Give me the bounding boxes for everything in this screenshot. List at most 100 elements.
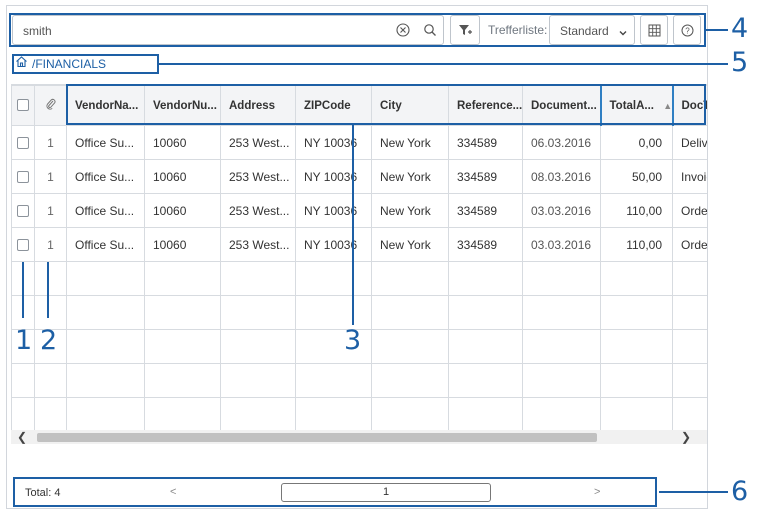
column-chooser-button[interactable] [640, 15, 668, 45]
table-cell: 253 West... [220, 227, 296, 262]
table-cell: OrderC [672, 193, 707, 228]
row-checkbox[interactable] [17, 137, 29, 150]
column-header-city[interactable]: City [371, 85, 449, 126]
column-header-zipcode[interactable]: ZIPCode [295, 85, 372, 126]
row-select-cell[interactable] [11, 227, 35, 262]
callout-1-number: 1 [15, 325, 33, 356]
sort-ascending-icon: ▲ [663, 100, 673, 111]
table-cell: Invoice [672, 159, 707, 194]
next-page-button[interactable]: > [594, 486, 600, 498]
page-number-input[interactable]: 1 [281, 483, 491, 502]
table-cell: 03.03.2016 [522, 193, 601, 228]
table-cell: Delive [672, 125, 707, 160]
table-cell: 334589 [448, 227, 523, 262]
table-cell: 10060 [144, 159, 221, 194]
column-header-document[interactable]: Document... [522, 85, 601, 126]
search-input[interactable] [23, 22, 383, 40]
empty-row [11, 261, 707, 296]
result-view-value: Standard [560, 24, 609, 38]
column-header-vendornumber[interactable]: VendorNu... [144, 85, 221, 126]
row-select-cell[interactable] [11, 159, 35, 194]
column-header-totalamount-label: TotalA... [609, 99, 655, 112]
row-checkbox[interactable] [17, 205, 29, 218]
table-cell: 03.03.2016 [522, 227, 601, 262]
table-row[interactable]: 1 Office Su... 10060 253 West... NY 1003… [11, 193, 707, 228]
scroll-left-icon[interactable]: ❮ [17, 430, 27, 444]
attachment-column-header[interactable] [34, 85, 67, 126]
table-cell: 06.03.2016 [522, 125, 601, 160]
results-grid: VendorNa... VendorNu... Address ZIPCode … [11, 84, 707, 431]
result-view-select[interactable]: Standard [549, 15, 635, 45]
callout-6-number: 6 [731, 476, 749, 507]
attachment-count: 1 [34, 227, 67, 262]
row-select-cell[interactable] [11, 193, 35, 228]
pager-footer: Total: 4 < 1 > [13, 477, 657, 507]
select-all-cell[interactable] [11, 85, 35, 126]
clear-search-icon[interactable] [396, 23, 410, 37]
help-icon: ? [681, 24, 693, 36]
callout-2-number: 2 [40, 325, 58, 356]
column-header-vendorname[interactable]: VendorNa... [66, 85, 145, 126]
table-cell: 334589 [448, 159, 523, 194]
callout-3-number: 3 [344, 325, 362, 356]
table-cell: NY 10036 [295, 159, 372, 194]
table-cell: New York [371, 227, 449, 262]
home-icon[interactable] [15, 55, 28, 73]
table-cell: NY 10036 [295, 125, 372, 160]
trefferliste-label: Trefferliste: [488, 23, 548, 37]
table-cell: New York [371, 193, 449, 228]
chevron-down-icon [618, 25, 628, 43]
scroll-right-icon[interactable]: ❯ [681, 430, 691, 444]
column-header-doctype[interactable]: DocTy [672, 85, 707, 126]
table-cell: 253 West... [220, 159, 296, 194]
table-cell: New York [371, 159, 449, 194]
table-cell: Office Su... [66, 193, 145, 228]
filter-add-icon [459, 25, 472, 35]
callout-4-line [706, 29, 728, 31]
empty-row [11, 397, 707, 431]
table-cell: New York [371, 125, 449, 160]
scrollbar-thumb[interactable] [37, 433, 597, 442]
breadcrumb-path[interactable]: /FINANCIALS [32, 57, 106, 71]
previous-page-button[interactable]: < [170, 486, 176, 498]
filter-button[interactable] [450, 15, 480, 45]
table-cell: NY 10036 [295, 193, 372, 228]
column-header-reference[interactable]: Reference... [448, 85, 523, 126]
table-cell: NY 10036 [295, 227, 372, 262]
table-cell: Office Su... [66, 159, 145, 194]
total-count: Total: 4 [25, 487, 61, 499]
table-row[interactable]: 1 Office Su... 10060 253 West... NY 1003… [11, 227, 707, 262]
svg-text:?: ? [685, 26, 690, 35]
table-cell: 10060 [144, 193, 221, 228]
attachment-count: 1 [34, 159, 67, 194]
table-cell: 334589 [448, 193, 523, 228]
attachment-count: 1 [34, 125, 67, 160]
search-box [12, 15, 444, 45]
horizontal-scrollbar[interactable]: ❮ ❯ [11, 430, 707, 444]
breadcrumb[interactable]: /FINANCIALS [15, 54, 106, 74]
search-icon[interactable] [423, 23, 437, 37]
table-cell: 0,00 [600, 125, 673, 160]
table-cell: 110,00 [600, 193, 673, 228]
column-header-address[interactable]: Address [220, 85, 296, 126]
table-cell: 50,00 [600, 159, 673, 194]
table-cell: 334589 [448, 125, 523, 160]
table-cell: 08.03.2016 [522, 159, 601, 194]
table-row[interactable]: 1 Office Su... 10060 253 West... NY 1003… [11, 159, 707, 194]
row-select-cell[interactable] [11, 125, 35, 160]
table-cell: Office Su... [66, 227, 145, 262]
paperclip-icon [45, 98, 55, 110]
table-row[interactable]: 1 Office Su... 10060 253 West... NY 1003… [11, 125, 707, 160]
column-header-totalamount[interactable]: TotalA... ▲ [599, 85, 674, 126]
table-cell: Office Su... [66, 125, 145, 160]
table-cell: 10060 [144, 125, 221, 160]
table-cell: 10060 [144, 227, 221, 262]
table-cell: 110,00 [600, 227, 673, 262]
header-row: VendorNa... VendorNu... Address ZIPCode … [11, 85, 707, 126]
select-all-checkbox[interactable] [17, 99, 29, 112]
grid-icon [648, 24, 660, 36]
table-cell: 253 West... [220, 125, 296, 160]
row-checkbox[interactable] [17, 171, 29, 184]
help-button[interactable]: ? [673, 15, 701, 45]
row-checkbox[interactable] [17, 239, 29, 252]
